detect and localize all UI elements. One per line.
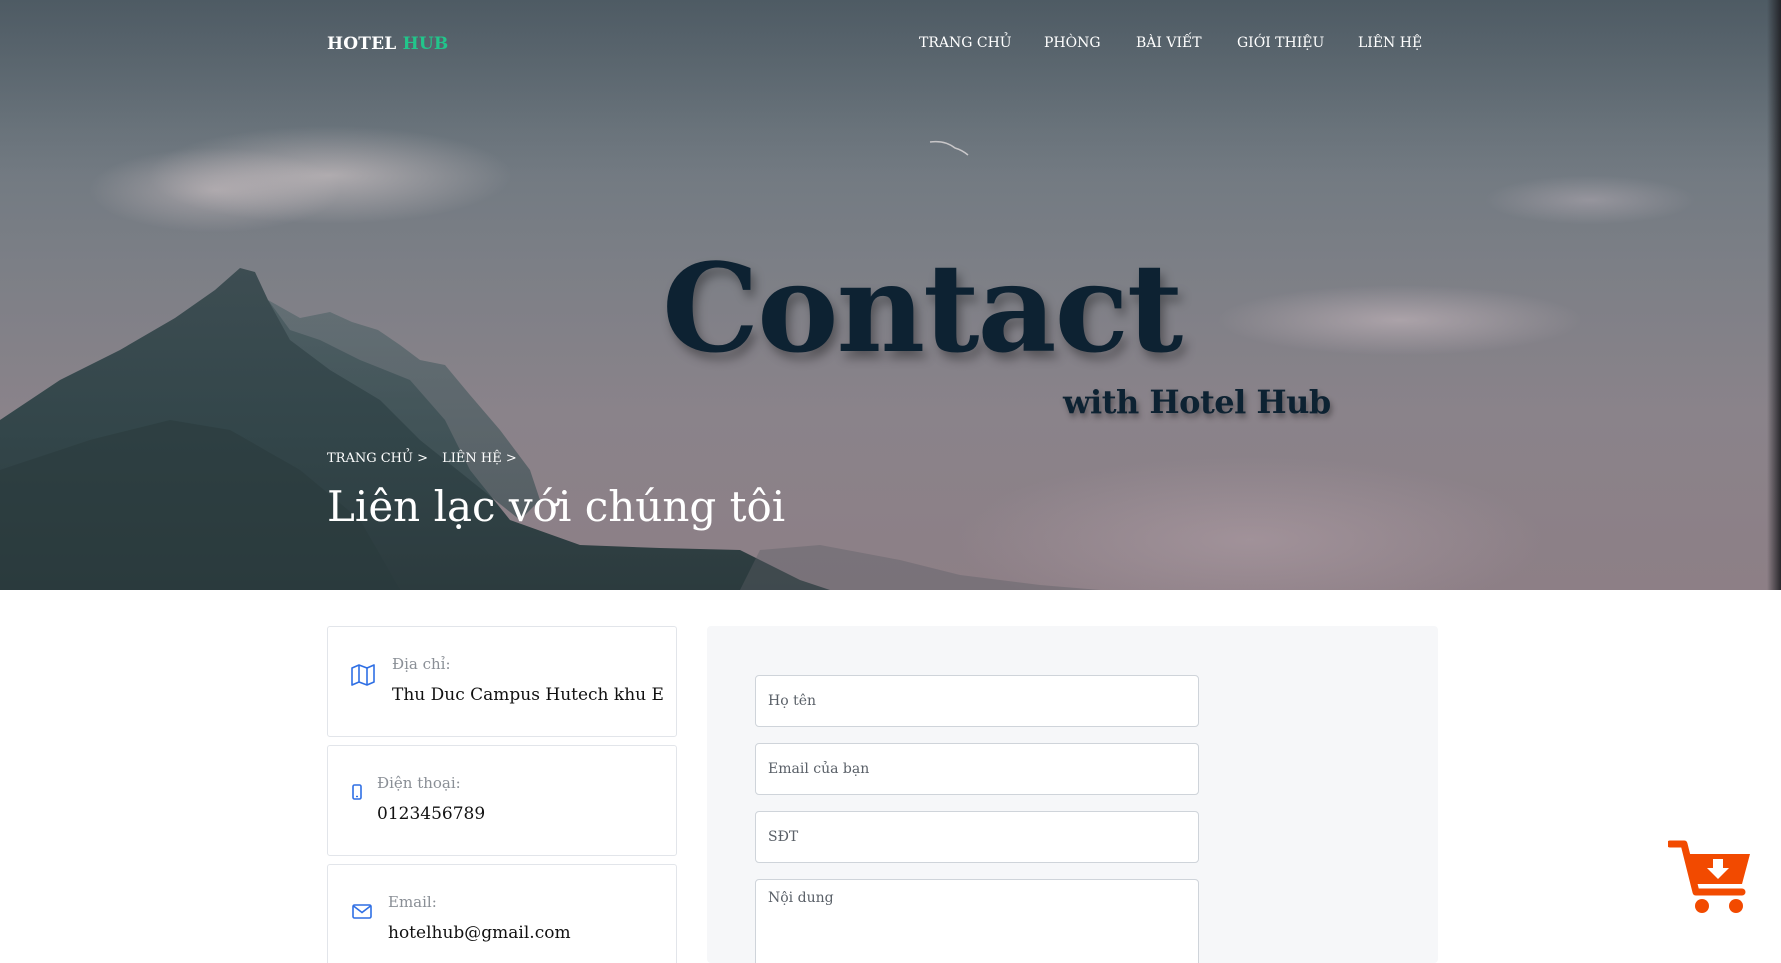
- scrollbar-edge: [1767, 0, 1781, 590]
- hero-title: Contact: [662, 236, 1183, 380]
- phone-icon: [352, 784, 362, 804]
- phone-input[interactable]: [755, 811, 1199, 863]
- phone-value: 0123456789: [377, 804, 486, 824]
- nav-item-home[interactable]: TRANG CHỦ: [919, 35, 1012, 51]
- cart-download-button[interactable]: [1666, 836, 1754, 916]
- email-input[interactable]: [755, 743, 1199, 795]
- nav-item-blog[interactable]: BÀI VIẾT: [1136, 35, 1202, 51]
- cart-download-icon: [1666, 840, 1750, 913]
- page-title: Liên lạc với chúng tôi: [327, 482, 786, 531]
- hero-subtitle: with Hotel Hub: [1063, 383, 1331, 421]
- nav-item-rooms[interactable]: PHÒNG: [1044, 35, 1101, 51]
- phone-card: Điện thoại: 0123456789: [327, 745, 677, 856]
- map-icon: [351, 664, 375, 690]
- email-card: Email: hotelhub@gmail.com: [327, 864, 677, 963]
- name-input[interactable]: [755, 675, 1199, 727]
- nav-item-contact[interactable]: LIÊN HỆ: [1358, 35, 1422, 51]
- email-value: hotelhub@gmail.com: [388, 923, 571, 943]
- address-label: Địa chỉ:: [392, 655, 451, 673]
- breadcrumb: TRANG CHỦ > LIÊN HỆ >: [327, 451, 527, 466]
- address-value: Thu Duc Campus Hutech khu E: [392, 685, 664, 705]
- nav-item-about[interactable]: GIỚI THIỆU: [1237, 35, 1324, 51]
- email-label: Email:: [388, 893, 437, 911]
- phone-label: Điện thoại:: [377, 774, 461, 792]
- main-nav: TRANG CHỦ PHÒNG BÀI VIẾT GIỚI THIỆU LIÊN…: [0, 35, 1781, 55]
- breadcrumb-home[interactable]: TRANG CHỦ >: [327, 451, 428, 466]
- message-textarea[interactable]: [755, 879, 1199, 963]
- breadcrumb-contact[interactable]: LIÊN HỆ >: [442, 451, 517, 466]
- address-card: Địa chỉ: Thu Duc Campus Hutech khu E: [327, 626, 677, 737]
- envelope-icon: [352, 904, 372, 923]
